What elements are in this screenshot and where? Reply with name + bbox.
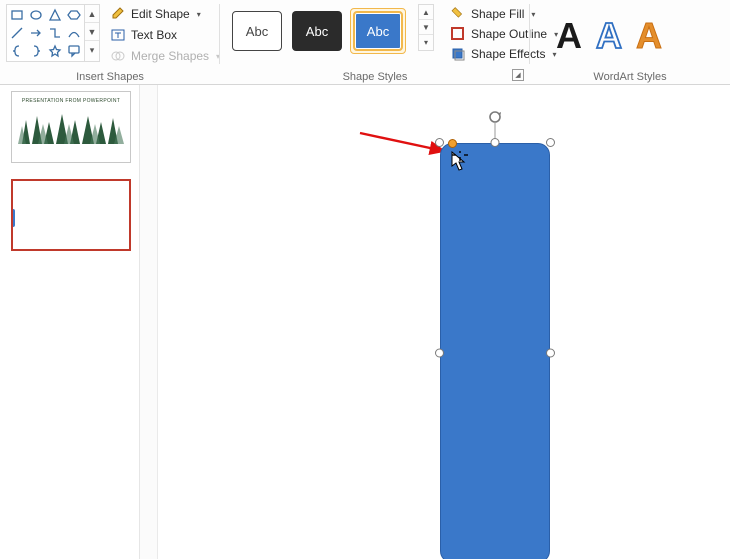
- rotate-connector: [495, 123, 496, 139]
- edit-shape-button[interactable]: Edit Shape ▾: [106, 4, 224, 24]
- shape-elbow-icon[interactable]: [47, 25, 63, 41]
- rounded-rectangle[interactable]: [440, 143, 550, 559]
- text-box-label: Text Box: [131, 28, 177, 42]
- ribbon: ▲ ▼ ▾ Edit Shape ▾ Text Box Merge Shape: [0, 0, 730, 85]
- vertical-ruler: [140, 85, 158, 559]
- shape-style-gallery[interactable]: Abc Abc Abc: [226, 4, 410, 58]
- resize-handle-tm[interactable]: [491, 138, 500, 147]
- shape-fill-icon: [450, 6, 466, 22]
- text-box-icon: [110, 27, 126, 43]
- shape-fill-label: Shape Fill: [471, 7, 524, 21]
- shape-rect-icon[interactable]: [9, 7, 25, 23]
- rotate-handle[interactable]: [487, 109, 503, 125]
- edit-shape-icon: [110, 6, 126, 22]
- shape-hexagon-icon[interactable]: [66, 7, 82, 23]
- group-label-wordart: WordArt Styles: [530, 68, 730, 84]
- scroll-up-icon[interactable]: ▲: [419, 5, 433, 20]
- resize-handle-tl[interactable]: [435, 138, 444, 147]
- style-gallery-scroll[interactable]: ▲ ▼ ▾: [418, 4, 434, 51]
- wordart-style-blue-outline[interactable]: A: [596, 18, 622, 54]
- merge-shapes-icon: [110, 48, 126, 64]
- style-swatch-outline[interactable]: Abc: [232, 11, 282, 51]
- slide-canvas[interactable]: [140, 85, 730, 559]
- group-insert-shapes: ▲ ▼ ▾ Edit Shape ▾ Text Box Merge Shape: [0, 0, 220, 84]
- group-wordart-styles: A A A WordArt Styles: [530, 0, 730, 84]
- shape-outline-icon: [450, 26, 466, 42]
- scroll-up-icon[interactable]: ▲: [85, 5, 99, 23]
- shapes-gallery-scroll[interactable]: ▲ ▼ ▾: [85, 4, 100, 62]
- edit-shape-label: Edit Shape: [131, 7, 190, 21]
- gallery-more-icon[interactable]: ▾: [85, 41, 99, 59]
- slide-area[interactable]: [158, 85, 730, 559]
- shape-arrow-icon[interactable]: [28, 25, 44, 41]
- style-swatch-blue[interactable]: Abc: [353, 11, 403, 51]
- slide1-art: [16, 110, 128, 144]
- merge-shapes-label: Merge Shapes: [131, 49, 209, 63]
- resize-handle-ml[interactable]: [435, 349, 444, 358]
- caret-icon: ▾: [197, 10, 201, 19]
- wordart-gallery[interactable]: A A A: [536, 2, 724, 64]
- shape-rbrace-icon[interactable]: [28, 43, 44, 59]
- shape-star-icon[interactable]: [47, 43, 63, 59]
- workspace: PRESENTATION FROM POWERPOINT: [0, 85, 730, 559]
- slide2-shape-preview: [11, 209, 15, 227]
- shape-effects-icon: [450, 46, 466, 62]
- group-label-insert-shapes: Insert Shapes: [0, 68, 220, 84]
- wordart-style-black[interactable]: A: [556, 18, 582, 54]
- style-swatch-dark[interactable]: Abc: [292, 11, 342, 51]
- shape-oval-icon[interactable]: [28, 7, 44, 23]
- shape-callout-icon[interactable]: [66, 43, 82, 59]
- shape-triangle-icon[interactable]: [47, 7, 63, 23]
- merge-shapes-button: Merge Shapes ▾: [106, 46, 224, 66]
- wordart-style-orange[interactable]: A: [636, 18, 662, 54]
- slide-thumb-2[interactable]: [11, 179, 131, 251]
- shapes-gallery[interactable]: [6, 4, 85, 62]
- slide-thumbnail-panel[interactable]: PRESENTATION FROM POWERPOINT: [0, 85, 140, 559]
- slide-thumb-1[interactable]: PRESENTATION FROM POWERPOINT: [11, 91, 131, 163]
- scroll-down-icon[interactable]: ▼: [85, 23, 99, 41]
- slide1-title: PRESENTATION FROM POWERPOINT: [12, 98, 130, 104]
- shape-lbrace-icon[interactable]: [9, 43, 25, 59]
- group-shape-styles: Abc Abc Abc ▲ ▼ ▾ Shape Fill ▾ Shape Out…: [220, 0, 530, 84]
- shape-curve-icon[interactable]: [66, 25, 82, 41]
- adjust-handle[interactable]: [448, 139, 457, 148]
- shape-line-icon[interactable]: [9, 25, 25, 41]
- scroll-down-icon[interactable]: ▼: [419, 20, 433, 35]
- resize-handle-tr[interactable]: [546, 138, 555, 147]
- group-label-shape-styles: Shape Styles: [220, 68, 530, 84]
- text-box-button[interactable]: Text Box: [106, 25, 224, 45]
- gallery-more-icon[interactable]: ▾: [419, 35, 433, 50]
- selected-shape[interactable]: [440, 143, 550, 559]
- resize-handle-mr[interactable]: [546, 349, 555, 358]
- dialog-launcher-icon[interactable]: ◢: [512, 69, 524, 81]
